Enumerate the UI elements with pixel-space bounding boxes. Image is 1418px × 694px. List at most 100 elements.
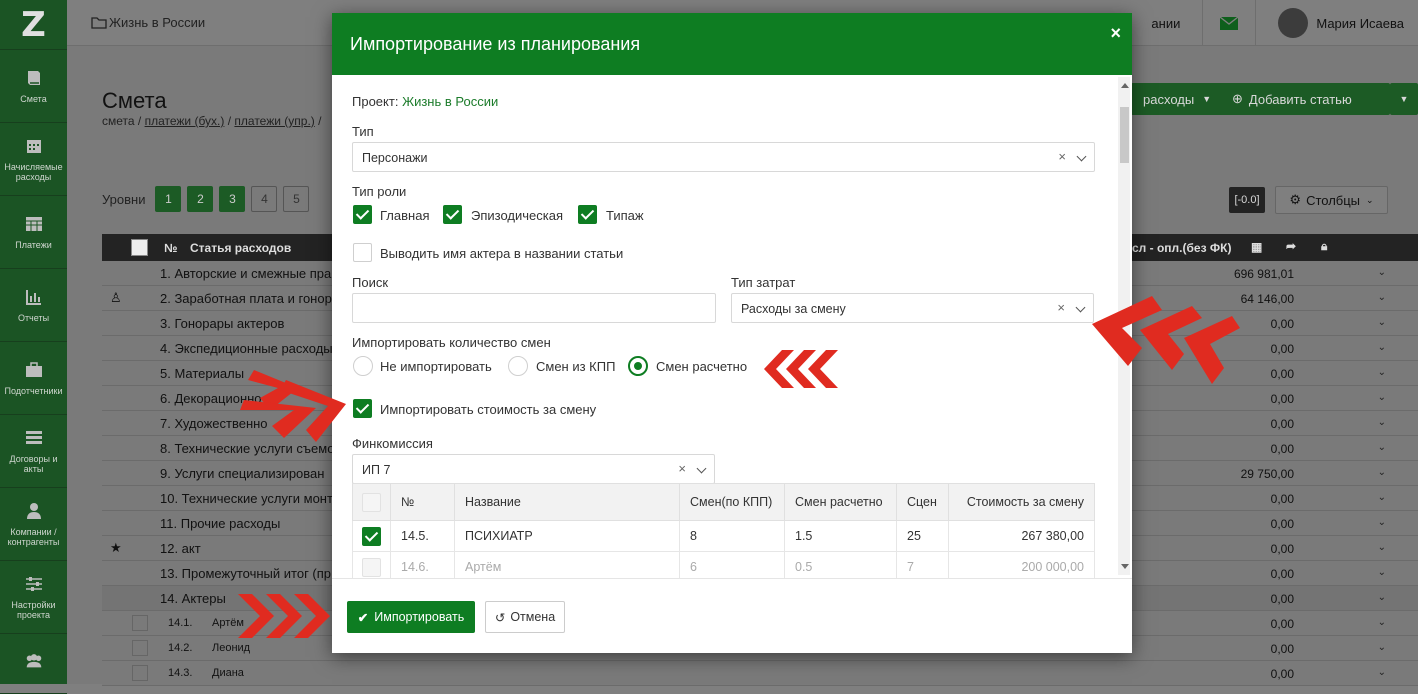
app-logo[interactable]: Z [0,0,67,50]
columns-button[interactable]: ⚙ Столбцы ⌄ [1275,186,1388,214]
table-row[interactable]: 14.6. Артём 6 0.5 7 200 000,00 [352,551,1095,578]
undo-icon: ↺ [494,610,506,625]
cost-type-select[interactable]: Расходы за смену × [731,293,1094,323]
role-typage-label: Типаж [606,208,644,223]
sidebar-item-reports[interactable]: Отчеты [0,269,67,342]
select-all-checkbox[interactable] [362,492,381,512]
add-article-dropdown[interactable]: ▼ [1390,83,1418,115]
row-checkbox[interactable] [132,640,148,656]
sidebar-item-estimate[interactable]: Смета [0,50,67,123]
sidebar-item-payments[interactable]: Платежи [0,196,67,269]
table-row[interactable]: 14.3. Диана 0,00 ⌄ [102,661,1418,686]
bar-chart-icon [24,287,44,307]
mail-icon[interactable] [1202,0,1257,46]
actor-name-label: Выводить имя актера в названии статьи [380,246,624,261]
row-checkbox[interactable] [362,557,381,577]
header-checkbox[interactable] [131,239,148,256]
annotation-arrow-import-cost [240,370,346,442]
clear-icon[interactable]: × [1058,149,1066,164]
levels-selector: Уровни 1 2 3 4 5 [102,186,310,212]
type-select[interactable]: Персонажи × [352,142,1095,172]
add-article-button[interactable]: ⊕ Добавить статью [1220,83,1390,115]
radio-kpp[interactable] [508,356,528,376]
scroll-down-icon[interactable] [1121,564,1129,569]
sliders-icon [24,574,44,594]
zero-badge[interactable]: [-0.0] [1229,187,1265,213]
table-icon [24,214,44,234]
level-2-button[interactable]: 2 [187,186,214,212]
share-col-icon: ➦ [1286,239,1297,253]
plus-icon: ⊕ [1232,91,1243,106]
crumb-payments-mgmt[interactable]: платежи (упр.) [234,114,314,128]
sidebar-item-companies[interactable]: Компании / контрагенты [0,488,67,561]
annotation-arrow-import-button [238,594,330,638]
scroll-up-icon[interactable] [1121,83,1129,88]
annotation-arrow-shifts [764,350,838,388]
level-1-button[interactable]: 1 [155,186,182,212]
gear-icon: ⚙ [1289,192,1302,207]
avatar[interactable] [1278,8,1309,38]
sidebar-item-settings[interactable]: Настройки проекта [0,561,67,634]
sidebar: Z Смета Начисляемые расходы Платежи Отче… [0,0,67,694]
fincom-label: Финкомиссия [352,436,433,451]
cancel-button[interactable]: ↺ Отмена [485,601,565,633]
level-4-button[interactable]: 4 [251,186,278,212]
row-checkbox[interactable] [132,615,148,631]
role-main-checkbox[interactable] [353,205,372,224]
sidebar-item-accountables[interactable]: Подотчетники [0,342,67,415]
radio-no-import-label: Не импортировать [380,359,492,374]
modal-header: Импортирование из планирования × [332,13,1132,75]
table-row[interactable]: 14.5. ПСИХИАТР 8 1.5 25 267 380,00 [352,520,1095,552]
chevron-down-icon [1076,151,1087,162]
radio-calculated[interactable] [628,356,648,376]
top-truncated-link[interactable]: ании [1151,16,1180,31]
lock-col-icon: 🔒︎ [1321,239,1328,253]
check-icon: ✔ [357,610,369,625]
search-label: Поиск [352,275,389,290]
import-cost-label: Импортировать стоимость за смену [380,402,597,417]
scroll-thumb[interactable] [1120,107,1129,163]
import-modal: Импортирование из планирования × Проект:… [332,13,1132,653]
shifts-label: Импортировать количество смен [352,335,551,350]
role-main-label: Главная [380,208,430,223]
clear-icon[interactable]: × [1057,300,1065,315]
actor-name-checkbox[interactable] [353,243,372,262]
radio-no-import[interactable] [353,356,373,376]
row-checkbox[interactable] [132,665,148,681]
crumb-estimate[interactable]: смета [102,114,135,128]
modal-footer: ✔ Импортировать ↺ Отмена [332,578,1132,653]
import-button[interactable]: ✔ Импортировать [347,601,475,633]
role-episodic-label: Эпизодическая [471,208,563,223]
star-icon: ★ [110,540,122,555]
project-link[interactable]: Жизнь в России [402,94,498,109]
role-episodic-checkbox[interactable] [443,205,462,224]
fincom-select[interactable]: ИП 7 × [352,454,715,484]
chevron-down-icon [1075,302,1086,313]
top-project-link[interactable]: Жизнь в России [91,15,205,32]
sidebar-item-accrued[interactable]: Начисляемые расходы [0,123,67,196]
row-checkbox[interactable] [362,526,381,546]
modal-body: Проект: Жизнь в России Тип Персонажи × Т… [332,75,1132,578]
level-5-button[interactable]: 5 [283,186,310,212]
sidebar-item-contracts[interactable]: Договоры и акты [0,415,67,488]
close-icon[interactable]: × [1110,23,1121,44]
crumb-payments-acc[interactable]: платежи (бух.) [145,114,225,128]
list-icon [24,428,44,448]
clear-icon[interactable]: × [678,461,686,476]
folder-icon [91,17,107,32]
role-type-label: Тип роли [352,184,407,199]
breadcrumb: смета / платежи (бух.) / платежи (упр.) … [102,114,322,128]
level-3-button[interactable]: 3 [219,186,246,212]
users-icon [24,651,44,671]
radio-kpp-label: Смен из КПП [536,359,616,374]
role-typage-checkbox[interactable] [578,205,597,224]
type-label: Тип [352,124,374,139]
import-cost-checkbox[interactable] [353,399,372,418]
search-input[interactable] [352,293,716,323]
user-name[interactable]: Мария Исаева [1316,16,1404,31]
modal-title: Импортирование из планирования [350,34,641,54]
page-title: Смета [102,88,167,113]
import-table: № Название Смен(по КПП) Смен расчетно Сц… [352,483,1095,578]
sidebar-item-team[interactable] [0,634,67,694]
calendar-icon [24,136,44,156]
